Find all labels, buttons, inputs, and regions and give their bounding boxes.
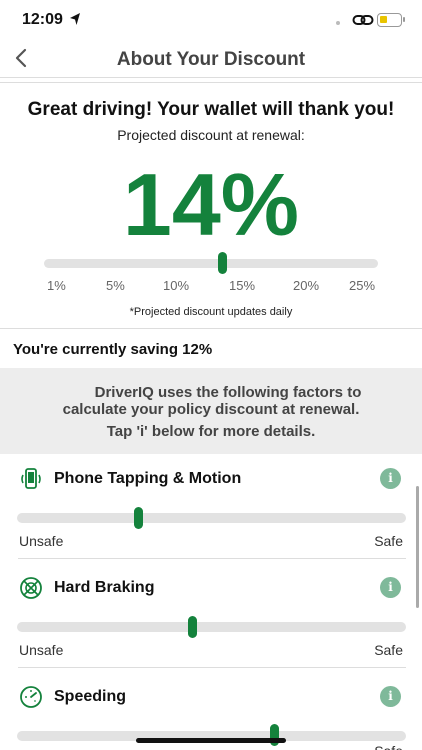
discount-hero: Great driving! Your wallet will thank yo… — [0, 82, 422, 328]
info-line-1: DriverIQ uses the following factors to — [94, 384, 362, 401]
battery-cap — [403, 17, 405, 22]
factor-info-button[interactable]: i — [380, 686, 401, 707]
projected-discount-value: 14% — [122, 155, 300, 254]
hero-subtitle: Projected discount at renewal: — [117, 127, 305, 143]
factor-min-label: Unsafe — [19, 642, 64, 658]
factor-max-label: Safe — [374, 743, 403, 750]
home-indicator[interactable] — [136, 738, 286, 743]
location-arrow-icon — [70, 13, 80, 25]
discount-scale-track — [44, 259, 378, 268]
battery-icon — [377, 13, 402, 27]
factor-hard-braking: Hard Braking i Unsafe Safe — [0, 558, 422, 670]
factor-max-label: Safe — [374, 533, 403, 549]
link-icon — [352, 15, 374, 25]
scale-tick: 5% — [106, 278, 125, 293]
current-saving-text: You're currently saving 12% — [13, 341, 213, 358]
discount-scale-ticks: 1% 5% 10% 15% 20% 25% — [36, 278, 390, 296]
nav-bar: About Your Discount — [0, 40, 422, 78]
divider — [18, 558, 406, 559]
factor-max-label: Safe — [374, 642, 403, 658]
factor-slider-track — [17, 513, 406, 523]
info-line-2: calculate your policy discount at renewa… — [62, 401, 360, 418]
factor-slider-thumb — [133, 507, 143, 529]
factor-info-button[interactable]: i — [380, 468, 401, 489]
factor-slider-thumb — [188, 616, 198, 638]
scale-tick: 20% — [293, 278, 320, 293]
scale-tick: 10% — [163, 278, 190, 293]
factor-label: Speeding — [54, 688, 127, 705]
divider — [18, 667, 406, 668]
hard-braking-icon — [20, 577, 42, 599]
signal-dot-icon — [336, 21, 340, 25]
scale-tick: 1% — [47, 278, 66, 293]
scrollbar[interactable] — [416, 486, 419, 608]
factor-info-button[interactable]: i — [380, 577, 401, 598]
factor-phone-tapping: Phone Tapping & Motion i Unsafe Safe — [0, 455, 422, 565]
scale-tick: 15% — [229, 278, 256, 293]
status-time: 12:09 — [22, 11, 63, 28]
phone-motion-icon — [21, 468, 41, 489]
info-line-3: Tap 'i' below for more details. — [106, 423, 316, 440]
current-saving-row: You're currently saving 12% — [0, 328, 422, 368]
discount-update-note: *Projected discount updates daily — [129, 306, 293, 318]
status-bar: 12:09 — [0, 0, 422, 40]
page-title: About Your Discount — [116, 49, 306, 70]
factor-label: Hard Braking — [54, 579, 155, 596]
scale-tick: 25% — [349, 278, 376, 293]
factor-min-label: Unsafe — [19, 533, 64, 549]
speedometer-icon — [20, 686, 42, 708]
discount-scale-marker — [217, 252, 227, 274]
factor-label: Phone Tapping & Motion — [54, 470, 242, 487]
factors-info-box: DriverIQ uses the following factors to c… — [0, 368, 422, 454]
hero-headline: Great driving! Your wallet will thank yo… — [27, 99, 395, 120]
battery-level — [380, 16, 387, 23]
factor-slider-track — [17, 622, 406, 632]
